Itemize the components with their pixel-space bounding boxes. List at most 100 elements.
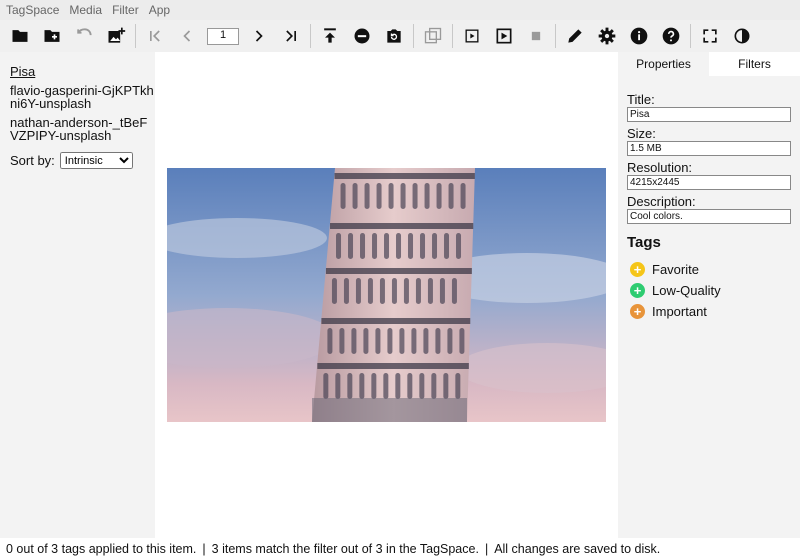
tower-arch	[395, 373, 401, 399]
last-page-button[interactable]	[275, 20, 307, 52]
copy-icon	[424, 27, 442, 44]
file-item-nathan[interactable]: nathan-anderson-_tBeFVZPIPY-unsplash	[10, 116, 155, 142]
menu-tagspace[interactable]: TagSpace	[6, 3, 59, 17]
tower-arch	[347, 373, 353, 399]
tower-arch	[364, 183, 370, 209]
remove-button[interactable]	[346, 20, 378, 52]
settings-icon	[598, 27, 616, 45]
tower-arch	[388, 183, 394, 209]
tag-label: Important	[652, 304, 707, 319]
status-separator: |	[484, 542, 489, 556]
tower-arch	[456, 233, 462, 259]
add-image-button[interactable]	[100, 20, 132, 52]
tower-arch	[376, 183, 382, 209]
tower-arch	[336, 233, 342, 259]
tower-arch	[355, 278, 361, 304]
move-to-top-button[interactable]	[314, 20, 346, 52]
add-folder-icon	[44, 30, 60, 42]
tag-label: Low-Quality	[652, 283, 721, 298]
tower-arch	[371, 373, 377, 399]
stop-button[interactable]	[520, 20, 552, 52]
tower-arch	[439, 278, 445, 304]
tags-heading: Tags	[627, 234, 661, 251]
image-preview[interactable]	[167, 168, 606, 422]
title-field[interactable]: Pisa	[627, 107, 791, 122]
previous-page-icon	[183, 30, 191, 42]
menu-media[interactable]: Media	[69, 3, 102, 17]
tower-arch	[432, 233, 438, 259]
status-saved: All changes are saved to disk.	[494, 542, 661, 556]
tower-arch	[447, 328, 453, 354]
file-list-sidebar: Pisa flavio-gasperini-GjKPTkhni6Y-unspla…	[0, 52, 155, 538]
status-filter-match: 3 items match the filter out of 3 in the…	[211, 542, 479, 556]
sort-row: Sort by: Intrinsic	[10, 152, 155, 169]
tag-row-favorite[interactable]: + Favorite	[627, 259, 791, 280]
help-button[interactable]	[655, 20, 687, 52]
description-field[interactable]: Cool colors.	[627, 209, 791, 224]
remove-icon	[354, 28, 370, 44]
reload-button[interactable]	[378, 20, 410, 52]
tab-filters[interactable]: Filters	[709, 52, 800, 76]
file-item-pisa[interactable]: Pisa	[10, 65, 155, 78]
menu-filter[interactable]: Filter	[112, 3, 139, 17]
first-page-button[interactable]	[139, 20, 171, 52]
title-label: Title:	[627, 92, 655, 107]
status-separator: |	[202, 542, 206, 556]
tower-arch	[435, 328, 441, 354]
sort-select[interactable]: Intrinsic	[59, 152, 133, 169]
fullscreen-button[interactable]	[694, 20, 726, 52]
play-all-icon	[496, 28, 512, 44]
copy-button[interactable]	[417, 20, 449, 52]
resolution-field[interactable]: 4215x2445	[627, 175, 791, 190]
tower-arch	[359, 373, 365, 399]
tower-arch	[459, 328, 465, 354]
tag-add-icon[interactable]: +	[630, 304, 645, 319]
undo-button[interactable]	[68, 20, 100, 52]
add-folder-button[interactable]	[36, 20, 68, 52]
tower-arch	[343, 278, 349, 304]
toolbar-divider	[310, 24, 311, 48]
contrast-button[interactable]	[726, 20, 758, 52]
tag-label: Favorite	[652, 262, 699, 277]
tab-properties[interactable]: Properties	[618, 52, 709, 76]
tower-arch	[387, 328, 393, 354]
tower-arch	[411, 328, 417, 354]
open-folder-button[interactable]	[4, 20, 36, 52]
sort-label: Sort by:	[10, 153, 55, 168]
size-label: Size:	[627, 126, 656, 141]
tower-arch	[367, 278, 373, 304]
play-all-button[interactable]	[488, 20, 520, 52]
page-number-field[interactable]: 1	[207, 27, 239, 45]
play-button[interactable]	[456, 20, 488, 52]
settings-button[interactable]	[591, 20, 623, 52]
undo-icon	[77, 28, 92, 36]
previous-page-button[interactable]	[171, 20, 203, 52]
file-item-flavio[interactable]: flavio-gasperini-GjKPTkhni6Y-unsplash	[10, 84, 155, 110]
tag-add-icon[interactable]: +	[630, 283, 645, 298]
next-page-button[interactable]	[243, 20, 275, 52]
contrast-icon	[734, 28, 750, 44]
menu-app[interactable]: App	[149, 3, 170, 17]
tower-arch	[407, 373, 413, 399]
tower-arch	[403, 278, 409, 304]
tower-ring	[334, 173, 475, 179]
tower-arch	[339, 328, 345, 354]
tag-add-icon[interactable]: +	[630, 262, 645, 277]
tag-row-important[interactable]: + Important	[627, 301, 791, 322]
info-button[interactable]	[623, 20, 655, 52]
tower-ring	[317, 363, 469, 369]
info-icon	[630, 27, 648, 45]
tower-arch	[372, 233, 378, 259]
edit-button[interactable]	[559, 20, 591, 52]
tower-arch	[327, 328, 333, 354]
tower-arch	[451, 278, 457, 304]
toolbar-divider	[413, 24, 414, 48]
fullscreen-icon	[703, 29, 717, 43]
next-page-icon	[255, 30, 263, 42]
tag-row-low-quality[interactable]: + Low-Quality	[627, 280, 791, 301]
size-field[interactable]: 1.5 MB	[627, 141, 791, 156]
tower-arch	[419, 373, 425, 399]
tower-arch	[399, 328, 405, 354]
folder-open-icon	[12, 30, 28, 42]
add-image-icon	[108, 27, 126, 43]
